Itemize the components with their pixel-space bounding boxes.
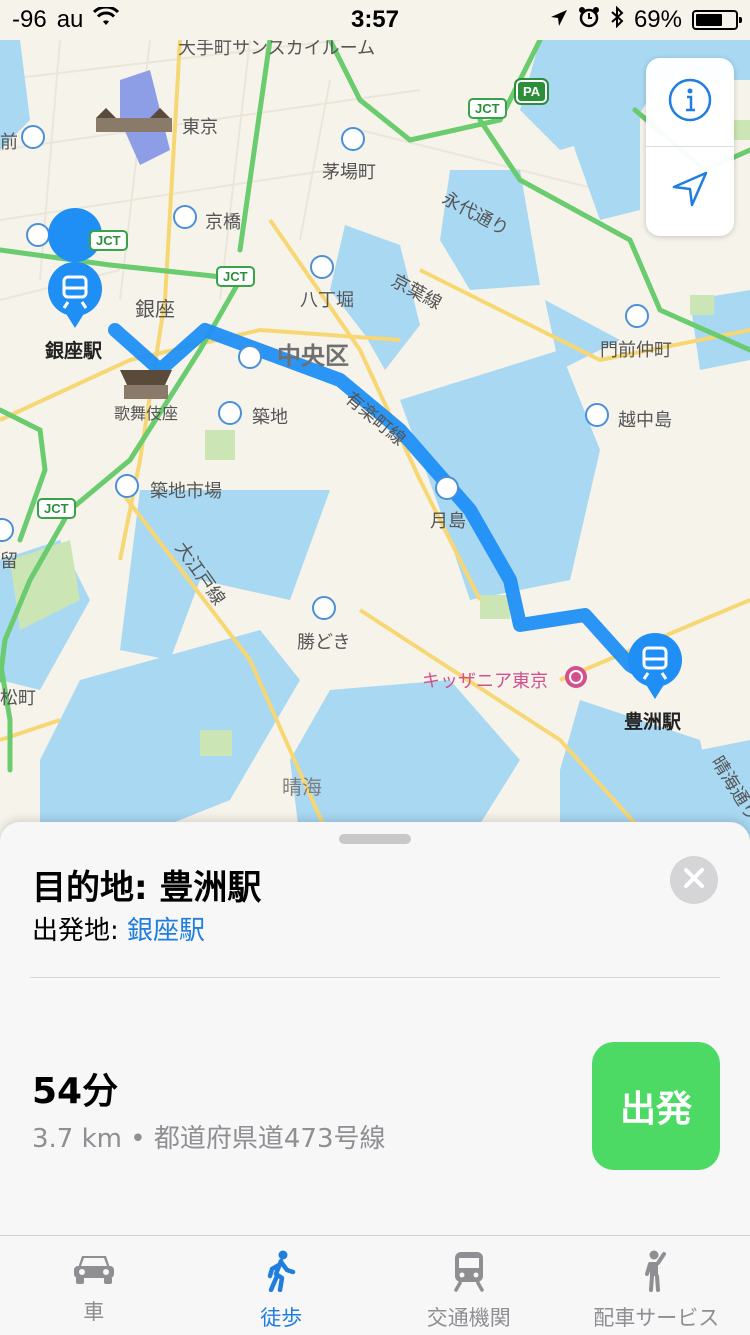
location-arrow-icon (670, 169, 710, 213)
pa-badge: PA (516, 80, 547, 103)
map-label-kayabacho: 茅場町 (322, 158, 376, 184)
origin-line: 出発地: 銀座駅 (32, 910, 205, 947)
route-detail: 3.7 km • 都道府県道473号線 (32, 1118, 386, 1155)
origin-link[interactable]: 銀座駅 (127, 916, 205, 946)
signal-strength: -96 (12, 6, 47, 34)
origin-prefix: 出発地: (32, 916, 127, 946)
walking-icon (263, 1250, 299, 1296)
go-button[interactable]: 出発 (592, 1042, 720, 1170)
map-label-tsukiji-market: 築地市場 (150, 477, 222, 503)
info-icon (667, 77, 713, 127)
close-icon (683, 867, 705, 893)
map-label-tsukishima: 月島 (430, 507, 466, 533)
map-label-edge-ryu: 留 (0, 547, 18, 573)
battery-icon (692, 10, 738, 30)
map-controls (646, 58, 734, 236)
jct-badge: JCT (37, 498, 76, 519)
map-label-kyobashi: 京橋 (205, 208, 241, 234)
tab-label: 徒歩 (260, 1302, 302, 1332)
car-icon (72, 1250, 116, 1290)
map-label-edge-matsu: 松町 (0, 684, 36, 710)
tab-label: 配車サービス (593, 1302, 719, 1332)
alarm-icon (578, 6, 600, 35)
map-label-hatchobori: 八丁堀 (300, 286, 354, 312)
person-hailing-icon (638, 1250, 674, 1296)
info-button[interactable] (646, 58, 734, 146)
jct-badge: JCT (468, 98, 507, 119)
track-location-button[interactable] (646, 147, 734, 235)
map-label-monzen: 門前仲町 (600, 336, 672, 362)
jct-badge: JCT (216, 266, 255, 287)
sheet-grabber[interactable] (339, 834, 411, 844)
map-label-kachidoki: 勝どき (297, 628, 350, 654)
directions-sheet: 目的地: 豊洲駅 出発地: 銀座駅 54分 3.7 km • 都道府県道473号… (0, 822, 750, 1235)
map-label-ginza: 銀座 (135, 293, 175, 322)
ferris-wheel-icon (565, 666, 587, 688)
train-icon (451, 1250, 487, 1296)
bluetooth-icon (610, 6, 624, 35)
map-label-top-poi: 大手町サンスカイルーム (178, 40, 375, 60)
carrier-name: au (57, 6, 84, 34)
map-label-kabukiza: 歌舞伎座 (114, 400, 178, 424)
tab-car[interactable]: 車 (0, 1236, 188, 1335)
tab-label: 車 (83, 1296, 104, 1326)
tab-walking[interactable]: 徒歩 (188, 1236, 376, 1335)
map-label-kidzania: キッザニア東京 (422, 667, 548, 693)
tab-ride-hailing[interactable]: 配車サービス (563, 1236, 750, 1335)
jct-badge: JCT (89, 230, 128, 251)
map-label-tokyo: 東京 (182, 113, 218, 139)
map-label-etchujima: 越中島 (618, 406, 672, 432)
map-label-toyosu-station: 豊洲駅 (624, 707, 681, 734)
map-label-tsukiji: 築地 (252, 403, 288, 429)
map-view[interactable]: 大手町サンスカイルーム 東京 前 茅場町 京橋 永代通り 八丁堀 京葉線 銀座 … (0, 40, 750, 840)
tab-label: 交通機関 (427, 1302, 511, 1332)
tab-transit[interactable]: 交通機関 (375, 1236, 563, 1335)
transport-tab-bar: 車 徒歩 交通機関 配車サービス (0, 1235, 750, 1335)
map-label-ginza-station: 銀座駅 (45, 336, 102, 363)
battery-percentage: 69% (634, 6, 682, 34)
status-bar: -96 au 3:57 69% (0, 0, 750, 40)
wifi-icon (93, 6, 119, 34)
map-label-harumi: 晴海 (282, 771, 322, 800)
map-label-chuoku: 中央区 (277, 336, 349, 371)
destination-title: 目的地: 豊洲駅 (32, 860, 261, 909)
close-button[interactable] (670, 856, 718, 904)
divider (30, 977, 720, 978)
location-arrow-icon (550, 6, 568, 34)
kabukiza-building-icon (120, 370, 172, 399)
route-duration: 54分 (32, 1062, 118, 1114)
map-label-edge-mae: 前 (0, 128, 18, 154)
